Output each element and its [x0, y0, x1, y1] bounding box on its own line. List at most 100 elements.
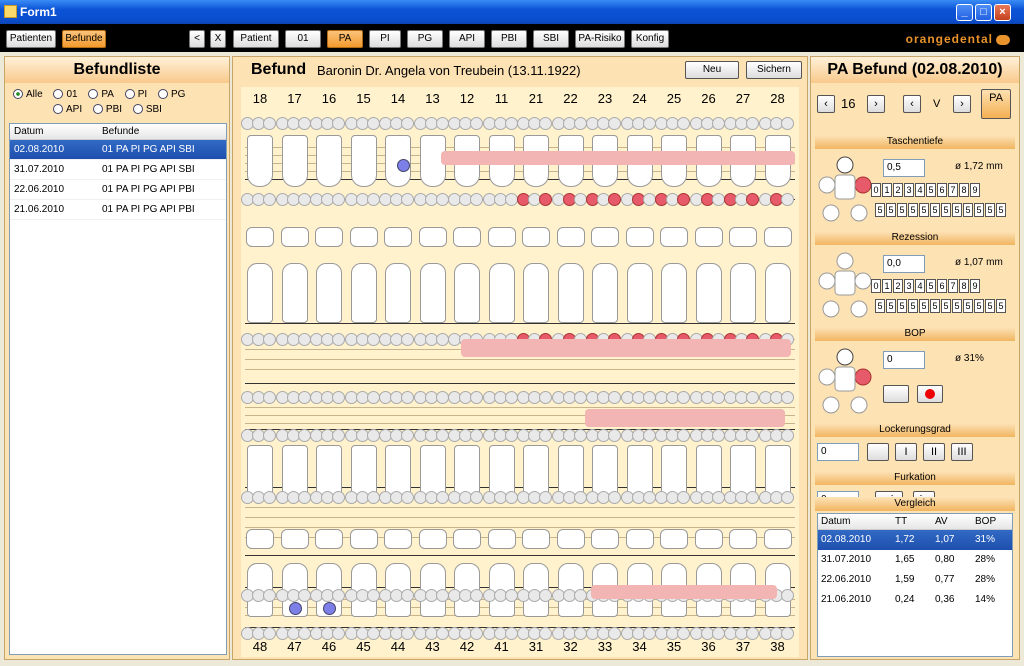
recession-five[interactable]: 5: [941, 299, 951, 313]
tab-sbi[interactable]: SBI: [533, 30, 569, 48]
pocket-depth-digit[interactable]: 9: [970, 183, 980, 197]
table-row[interactable]: 21.06.2010 0,24 0,36 14%: [818, 590, 1012, 610]
tab-pbi[interactable]: PBI: [491, 30, 527, 48]
recession-five[interactable]: 5: [930, 299, 940, 313]
filter-radio-01[interactable]: 01: [53, 89, 78, 100]
tab-pi[interactable]: PI: [369, 30, 401, 48]
dental-chart[interactable]: 18 17 16 15 14 13 12 11 21 22 23 24 25 26 27 28 48 47 46 45…: [241, 87, 799, 657]
pocket-depth-digit[interactable]: 1: [882, 183, 892, 197]
bop-no-button[interactable]: [883, 385, 909, 403]
recession-five[interactable]: 5: [974, 299, 984, 313]
tooth-surface-diagram[interactable]: [817, 251, 873, 321]
table-row[interactable]: 22.06.2010 01 PA PI PG API PBI: [10, 180, 226, 200]
lockerung-3-button[interactable]: III: [951, 443, 973, 461]
recession-five[interactable]: 5: [985, 299, 995, 313]
recession-digit[interactable]: 3: [904, 279, 914, 293]
recession-five[interactable]: 5: [952, 299, 962, 313]
lockerung-2-button[interactable]: II: [923, 443, 945, 461]
close-patient-button[interactable]: X: [210, 30, 226, 48]
close-window-button[interactable]: ×: [994, 4, 1011, 21]
filter-radio-api[interactable]: API: [53, 104, 82, 115]
filter-radio-pbi[interactable]: PBI: [92, 104, 122, 115]
recession-five[interactable]: 5: [919, 299, 929, 313]
prev-side-button[interactable]: ‹: [903, 95, 921, 113]
sichern-button[interactable]: Sichern: [746, 61, 802, 79]
table-row[interactable]: 31.07.2010 01 PA PI PG API SBI: [10, 160, 226, 180]
recession-digit[interactable]: 5: [926, 279, 936, 293]
maximize-button[interactable]: □: [975, 4, 992, 21]
minimize-button[interactable]: _: [956, 4, 973, 21]
recession-digit[interactable]: 1: [882, 279, 892, 293]
patienten-button[interactable]: Patienten: [6, 30, 56, 48]
rezession-input[interactable]: 0,0: [883, 255, 925, 273]
pocket-depth-five[interactable]: 5: [886, 203, 896, 217]
tab-api[interactable]: API: [449, 30, 485, 48]
bop-input[interactable]: 0: [883, 351, 925, 369]
recession-digit[interactable]: 9: [970, 279, 980, 293]
vcol-datum[interactable]: Datum: [818, 514, 850, 530]
recession-five[interactable]: 5: [897, 299, 907, 313]
pocket-depth-digit[interactable]: 7: [948, 183, 958, 197]
recession-digit[interactable]: 7: [948, 279, 958, 293]
recession-five[interactable]: 5: [908, 299, 918, 313]
pocket-depth-digit[interactable]: 4: [915, 183, 925, 197]
col-datum[interactable]: Datum: [10, 124, 43, 140]
taschentiefe-input[interactable]: 0,5: [883, 159, 925, 177]
bop-yes-button[interactable]: [917, 385, 943, 403]
recession-digit[interactable]: 8: [959, 279, 969, 293]
lockerungsgrad-input[interactable]: 0: [817, 443, 859, 461]
next-side-button[interactable]: ›: [953, 95, 971, 113]
recession-five[interactable]: 5: [996, 299, 1006, 313]
tooth-surface-diagram[interactable]: [817, 155, 873, 225]
pocket-depth-five[interactable]: 5: [941, 203, 951, 217]
patient-button[interactable]: Patient: [233, 30, 279, 48]
befunde-button[interactable]: Befunde: [62, 30, 106, 48]
pocket-depth-digit[interactable]: 8: [959, 183, 969, 197]
neu-button[interactable]: Neu: [685, 61, 739, 79]
pocket-depth-five[interactable]: 5: [919, 203, 929, 217]
pocket-depth-digit[interactable]: 2: [893, 183, 903, 197]
rz-five-row[interactable]: 555555555555: [875, 299, 1007, 313]
pocket-depth-five[interactable]: 5: [963, 203, 973, 217]
prev-tooth-button[interactable]: ‹: [817, 95, 835, 113]
filter-radio-alle[interactable]: Alle: [13, 89, 43, 100]
recession-digit[interactable]: 2: [893, 279, 903, 293]
vcol-bop[interactable]: BOP: [972, 514, 996, 530]
lockerung-0-button[interactable]: [867, 443, 889, 461]
pocket-depth-five[interactable]: 5: [930, 203, 940, 217]
pocket-depth-digit[interactable]: 6: [937, 183, 947, 197]
pocket-depth-digit[interactable]: 0: [871, 183, 881, 197]
pocket-depth-five[interactable]: 5: [985, 203, 995, 217]
tab-pg[interactable]: PG: [407, 30, 443, 48]
table-row[interactable]: 31.07.2010 1,65 0,80 28%: [818, 550, 1012, 570]
pocket-depth-five[interactable]: 5: [897, 203, 907, 217]
tooth-surface-diagram[interactable]: [817, 347, 873, 417]
recession-five[interactable]: 5: [963, 299, 973, 313]
rz-digit-row[interactable]: 0123456789: [871, 279, 981, 293]
pocket-depth-digit[interactable]: 5: [926, 183, 936, 197]
tt-digit-row[interactable]: 0123456789: [871, 183, 981, 197]
pocket-depth-five[interactable]: 5: [875, 203, 885, 217]
recession-five[interactable]: 5: [875, 299, 885, 313]
recession-digit[interactable]: 4: [915, 279, 925, 293]
lockerung-1-button[interactable]: I: [895, 443, 917, 461]
tt-five-row[interactable]: 555555555555: [875, 203, 1007, 217]
pa-icon-button[interactable]: PA: [981, 89, 1011, 119]
recession-digit[interactable]: 0: [871, 279, 881, 293]
table-row[interactable]: 02.08.2010 01 PA PI PG API SBI: [10, 140, 226, 160]
tab-pa-risiko[interactable]: PA-Risiko: [575, 30, 625, 48]
filter-radio-pg[interactable]: PG: [158, 89, 185, 100]
tab-konfig[interactable]: Konfig: [631, 30, 669, 48]
col-befunde[interactable]: Befunde: [98, 124, 139, 140]
pocket-depth-digit[interactable]: 3: [904, 183, 914, 197]
pocket-depth-five[interactable]: 5: [952, 203, 962, 217]
filter-radio-pi[interactable]: PI: [124, 89, 147, 100]
table-row[interactable]: 22.06.2010 1,59 0,77 28%: [818, 570, 1012, 590]
back-button[interactable]: <: [189, 30, 205, 48]
next-tooth-button[interactable]: ›: [867, 95, 885, 113]
pocket-depth-five[interactable]: 5: [996, 203, 1006, 217]
vcol-tt[interactable]: TT: [892, 514, 907, 530]
filter-radio-pa[interactable]: PA: [88, 89, 114, 100]
recession-five[interactable]: 5: [886, 299, 896, 313]
tab-01[interactable]: 01: [285, 30, 321, 48]
